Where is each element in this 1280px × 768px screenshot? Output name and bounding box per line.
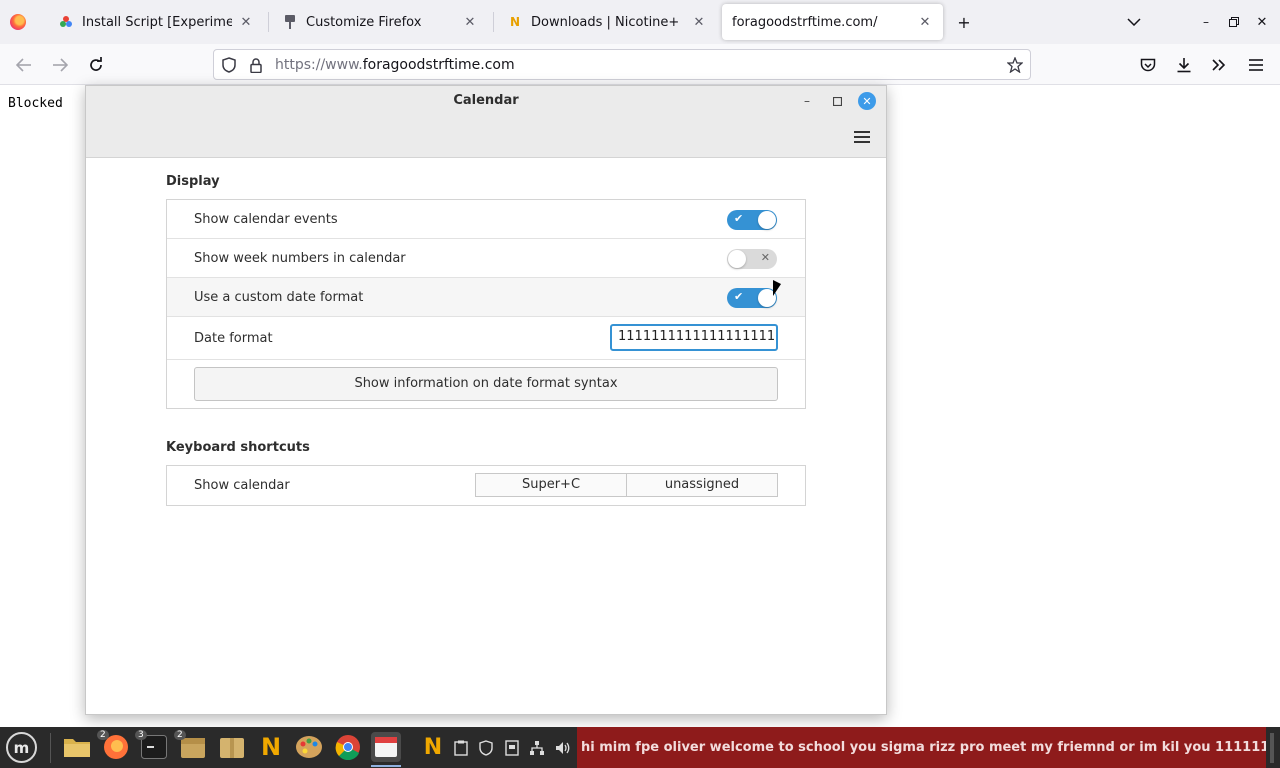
firefox-logo-icon[interactable] xyxy=(10,14,26,30)
minimize-icon[interactable]: – xyxy=(1194,10,1218,34)
chrome-icon[interactable] xyxy=(333,732,363,762)
tab-title: Downloads | Nicotine+ xyxy=(531,14,680,30)
pocket-icon[interactable] xyxy=(1135,52,1161,78)
taskbar: m 2 3 2 N N hi mim fpe oliver welcome to… xyxy=(0,727,1280,768)
hamburger-menu-icon[interactable] xyxy=(852,128,872,146)
tab-title: foragoodstrftime.com/ xyxy=(732,14,878,30)
check-icon: ✔ xyxy=(734,290,744,303)
new-tab-icon[interactable]: + xyxy=(952,10,976,34)
downloads-icon[interactable] xyxy=(1171,52,1197,78)
files-icon[interactable]: 2 xyxy=(174,730,208,762)
archive-icon[interactable] xyxy=(217,732,247,762)
show-desktop-button[interactable] xyxy=(1270,733,1274,763)
window-count-badge: 2 xyxy=(97,730,109,740)
keyboard-shortcuts-frame: Show calendar Super+C unassigned xyxy=(166,465,806,506)
bookmark-star-icon[interactable] xyxy=(1006,56,1024,74)
display-settings-frame: Show calendar events ✔ Show week numbers… xyxy=(166,199,806,409)
custom-date-format-switch[interactable]: ✔ xyxy=(727,288,777,308)
window-count-badge: 2 xyxy=(174,730,186,740)
tab-title: Customize Firefox xyxy=(306,14,422,30)
firefox-taskbar-icon[interactable]: 2 xyxy=(97,730,131,762)
primary-shortcut-button[interactable]: Super+C xyxy=(475,473,627,497)
tab-foragoodstrftime[interactable]: foragoodstrftime.com/ ✕ xyxy=(722,4,943,40)
window-minimize-icon[interactable]: – xyxy=(797,91,817,111)
nicotine-tray-icon[interactable]: N xyxy=(418,732,448,762)
tab-customize-firefox[interactable]: Customize Firefox ✕ xyxy=(272,4,488,40)
window-close-icon[interactable]: ✕ xyxy=(858,92,876,110)
nicotine-icon: N xyxy=(509,15,521,29)
url-text[interactable]: https://www.foragoodstrftime.com xyxy=(275,57,515,73)
clipboard-icon[interactable] xyxy=(452,739,470,757)
active-window-indicator xyxy=(371,765,401,767)
nicotine-taskbar-icon[interactable]: N xyxy=(256,732,286,762)
url-bar[interactable]: https://www.foragoodstrftime.com xyxy=(213,49,1031,80)
window-maximize-icon[interactable] xyxy=(827,91,847,111)
reload-icon[interactable] xyxy=(83,52,109,78)
tab-strip: Install Script [Experimental ✕ Customize… xyxy=(0,0,1280,44)
date-format-input[interactable]: 11111111111111111111111111111111111 xyxy=(610,324,778,351)
app-menu-icon[interactable] xyxy=(1243,52,1269,78)
date-format-info-button[interactable]: Show information on date format syntax xyxy=(194,367,778,401)
tab-downloads-nicotine[interactable]: N Downloads | Nicotine+ ✕ xyxy=(497,4,717,40)
calendar-settings-window: Calendar – ✕ Display Show calendar event… xyxy=(85,85,887,715)
network-icon[interactable] xyxy=(528,739,546,757)
switch-knob xyxy=(758,211,776,229)
page-body-text: Blocked xyxy=(8,96,63,111)
close-tab-icon[interactable]: ✕ xyxy=(691,15,707,30)
show-events-label: Show calendar events xyxy=(194,212,338,227)
mouse-pointer-icon xyxy=(773,280,781,296)
display-section-title: Display xyxy=(166,174,220,189)
window-header[interactable]: Calendar – ✕ xyxy=(86,86,886,158)
shield-icon[interactable] xyxy=(477,739,495,757)
show-events-switch[interactable]: ✔ xyxy=(727,210,777,230)
week-numbers-label: Show week numbers in calendar xyxy=(194,251,406,266)
navigation-toolbar: https://www.foragoodstrftime.com xyxy=(0,44,1280,85)
maximize-icon[interactable] xyxy=(1222,10,1246,34)
update-manager-icon[interactable] xyxy=(503,739,521,757)
forward-arrow-icon[interactable] xyxy=(47,52,73,78)
week-numbers-row: Show week numbers in calendar ✕ xyxy=(167,239,805,278)
tab-separator xyxy=(268,12,269,32)
tab-separator xyxy=(493,12,494,32)
brush-icon xyxy=(282,14,298,30)
taskbar-separator xyxy=(50,733,51,763)
show-calendar-shortcut-row: Show calendar Super+C unassigned xyxy=(167,466,805,505)
terminal-icon[interactable]: 3 xyxy=(135,730,169,762)
close-window-icon[interactable]: ✕ xyxy=(1250,10,1274,34)
list-tabs-chevron-icon[interactable] xyxy=(1122,10,1146,34)
custom-date-format-label: Use a custom date format xyxy=(194,290,364,305)
mint-menu-icon[interactable]: m xyxy=(6,732,37,763)
custom-date-format-row: Use a custom date format ✔ xyxy=(167,278,805,317)
close-tab-icon[interactable]: ✕ xyxy=(462,15,478,30)
date-format-label: Date format xyxy=(194,331,273,346)
switch-knob xyxy=(728,250,746,268)
info-button-row: Show information on date format syntax xyxy=(167,360,805,408)
multicolor-favicon-icon xyxy=(58,14,74,30)
tab-install-script[interactable]: Install Script [Experimental ✕ xyxy=(48,4,264,40)
window-title: Calendar xyxy=(453,93,519,108)
folder-icon[interactable] xyxy=(62,732,92,762)
scrolling-text-applet: hi mim fpe oliver welcome to school you … xyxy=(577,727,1266,768)
secondary-shortcut-button[interactable]: unassigned xyxy=(626,473,778,497)
keyboard-shortcuts-section-title: Keyboard shortcuts xyxy=(166,440,310,455)
tracking-shield-icon[interactable] xyxy=(220,56,238,74)
extensions-overflow-icon[interactable] xyxy=(1206,52,1232,78)
close-tab-icon[interactable]: ✕ xyxy=(917,15,933,30)
paint-palette-icon[interactable] xyxy=(294,732,324,762)
cross-icon: ✕ xyxy=(760,251,770,264)
check-icon: ✔ xyxy=(734,212,744,225)
show-calendar-label: Show calendar xyxy=(194,478,290,493)
volume-icon[interactable] xyxy=(554,739,572,757)
calendar-app-icon[interactable] xyxy=(371,732,401,767)
week-numbers-switch[interactable]: ✕ xyxy=(727,249,777,269)
show-events-row: Show calendar events ✔ xyxy=(167,200,805,239)
date-format-row: Date format 1111111111111111111111111111… xyxy=(167,317,805,360)
tab-title: Install Script [Experimental xyxy=(82,14,232,30)
window-count-badge: 3 xyxy=(135,730,147,740)
close-tab-icon[interactable]: ✕ xyxy=(238,15,254,30)
back-arrow-icon[interactable] xyxy=(11,52,37,78)
lock-icon[interactable] xyxy=(247,56,265,74)
